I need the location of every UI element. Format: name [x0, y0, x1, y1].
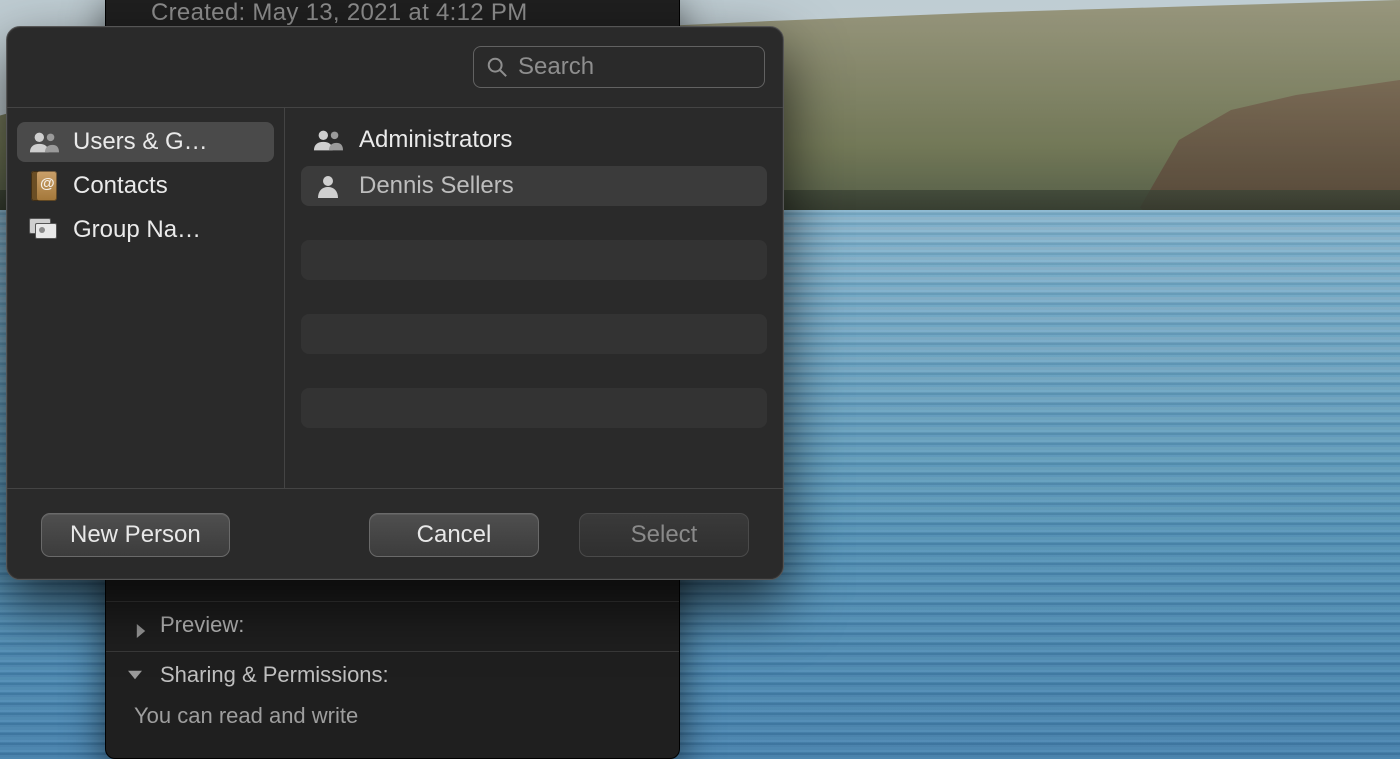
sharing-permissions-label: Sharing & Permissions: — [160, 662, 389, 688]
sharing-permissions-disclosure[interactable]: Sharing & Permissions: — [106, 651, 679, 698]
new-person-button[interactable]: New Person — [41, 513, 230, 557]
created-label: Created: — [151, 0, 245, 26]
select-button[interactable]: Select — [579, 513, 749, 557]
person-icon — [311, 174, 345, 198]
people-picker-sheet: Users & G… Contacts Group Na… — [6, 26, 784, 580]
result-administrators[interactable]: Administrators — [301, 120, 767, 160]
sidebar-item-group-name[interactable]: Group Na… — [17, 210, 274, 250]
button-label: Select — [631, 521, 698, 549]
results-list: Administrators Dennis Sellers — [285, 108, 783, 488]
search-input[interactable] — [518, 53, 784, 81]
sidebar-item-label: Users & G… — [73, 128, 208, 156]
chevron-right-icon — [134, 618, 148, 632]
search-field[interactable] — [473, 46, 765, 88]
result-dennis-sellers[interactable]: Dennis Sellers — [301, 166, 767, 206]
sheet-header — [7, 27, 783, 107]
source-sidebar: Users & G… Contacts Group Na… — [7, 108, 285, 488]
sidebar-item-label: Contacts — [73, 172, 168, 200]
sheet-footer: New Person Cancel Select — [7, 488, 783, 580]
sidebar-item-users-groups[interactable]: Users & G… — [17, 122, 274, 162]
sidebar-item-contacts[interactable]: Contacts — [17, 166, 274, 206]
preview-disclosure[interactable]: Preview: — [106, 601, 679, 648]
contacts-book-icon — [29, 174, 59, 198]
created-line: Created: May 13, 2021 at 4:12 PM — [151, 0, 659, 27]
list-row-placeholder — [301, 388, 767, 428]
result-label: Dennis Sellers — [359, 172, 514, 200]
cancel-button[interactable]: Cancel — [369, 513, 539, 557]
button-label: Cancel — [417, 521, 492, 549]
chevron-down-icon — [134, 668, 148, 682]
two-people-icon — [29, 130, 59, 154]
list-row-placeholder — [301, 240, 767, 280]
two-people-icon — [311, 129, 345, 151]
button-label: New Person — [70, 521, 201, 549]
created-value: May 13, 2021 at 4:12 PM — [252, 0, 527, 26]
preview-label: Preview: — [160, 612, 244, 638]
result-label: Administrators — [359, 126, 512, 154]
group-cards-icon — [29, 218, 59, 242]
list-row-placeholder — [301, 314, 767, 354]
sidebar-item-label: Group Na… — [73, 216, 201, 244]
permissions-summary: You can read and write — [134, 703, 358, 729]
search-icon — [486, 56, 508, 78]
